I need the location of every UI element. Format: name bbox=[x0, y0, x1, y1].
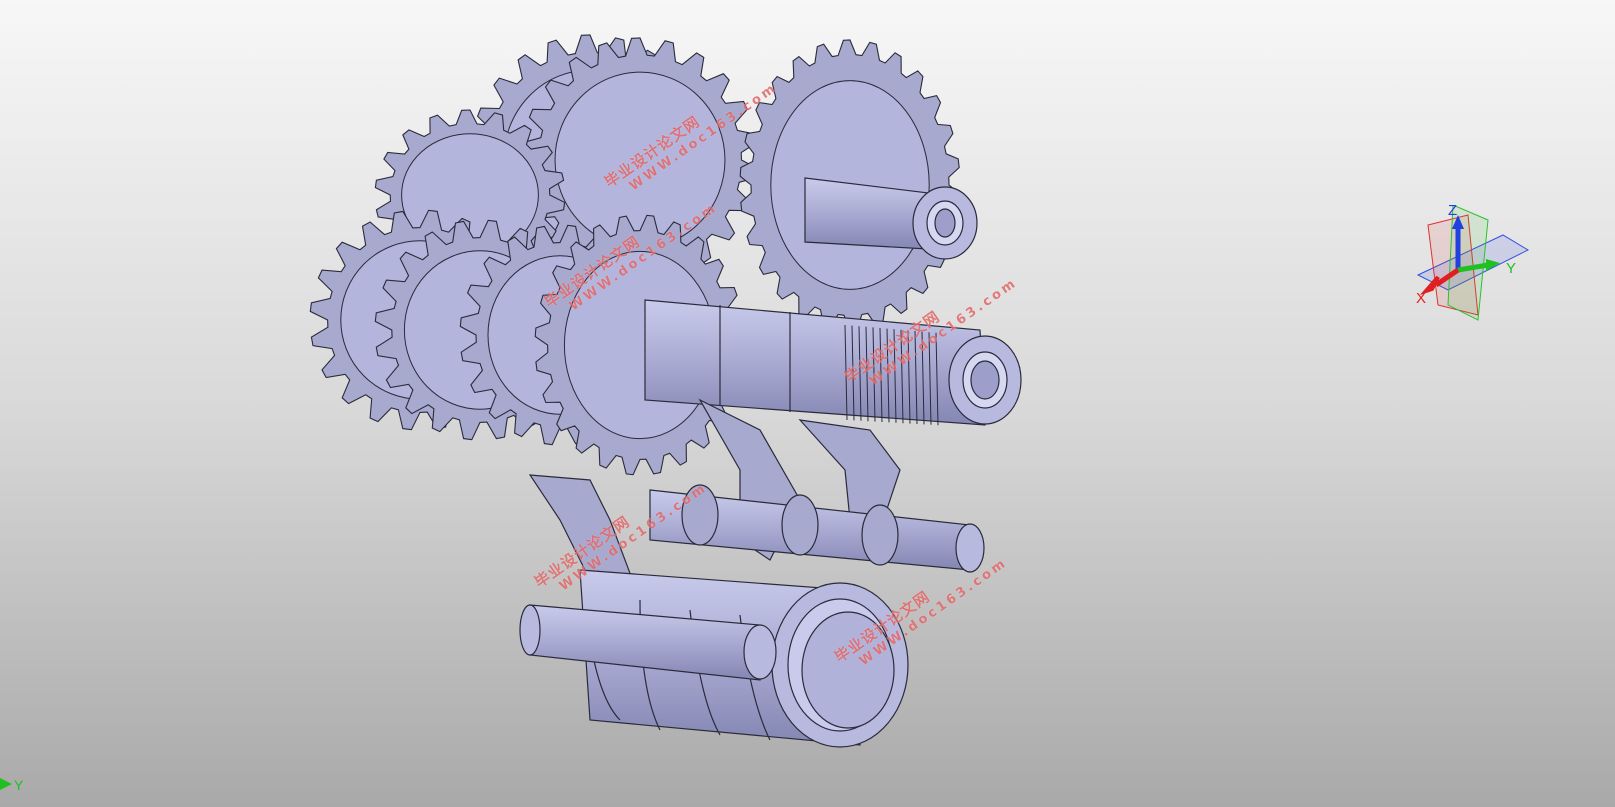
z-axis-label: Z bbox=[1448, 205, 1457, 219]
x-axis-label: X bbox=[1416, 290, 1426, 307]
gearbox-model[interactable] bbox=[0, 0, 1615, 807]
y-arrow-icon bbox=[0, 778, 12, 790]
corner-y-label: Y bbox=[14, 777, 24, 793]
3d-viewport[interactable]: 毕业设计论文网 WWW.doc163.com 毕业设计论文网 WWW.doc16… bbox=[0, 0, 1615, 807]
orientation-triad[interactable]: Z Y X bbox=[1408, 205, 1538, 335]
y-axis-label: Y bbox=[1506, 260, 1516, 277]
corner-axis-indicator: Y bbox=[0, 777, 24, 793]
